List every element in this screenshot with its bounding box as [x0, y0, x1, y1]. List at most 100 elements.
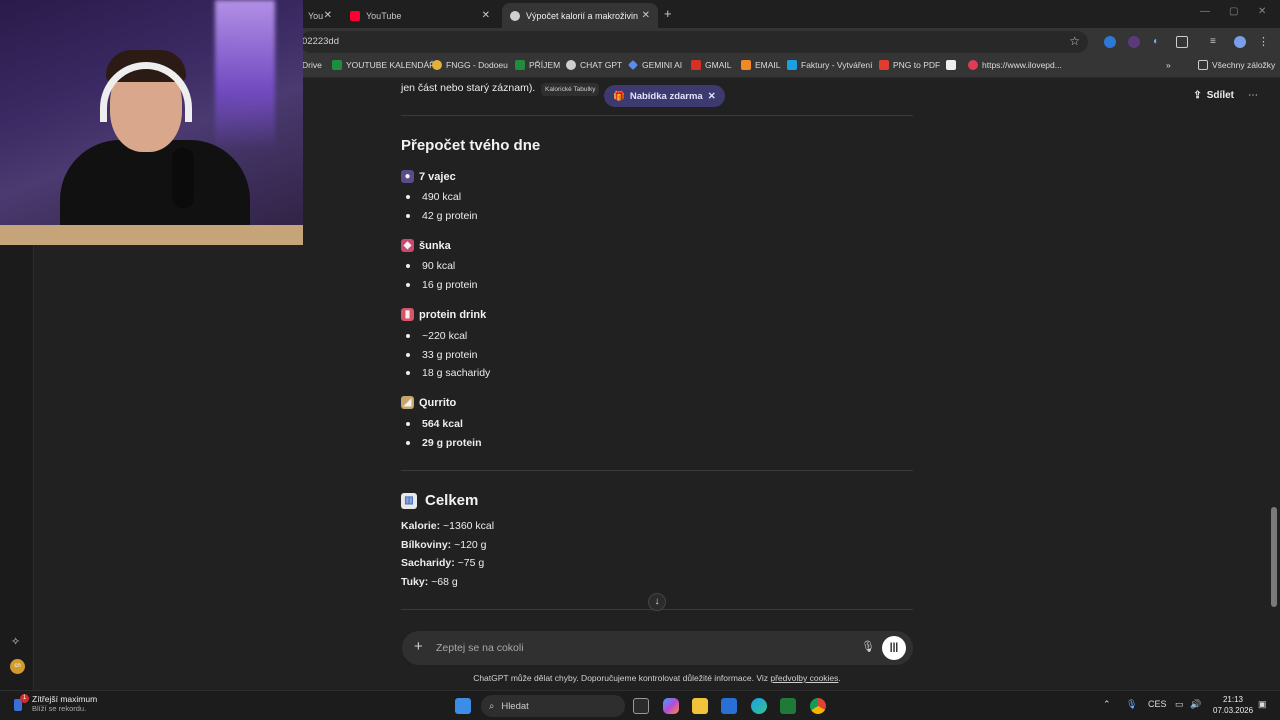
close-window-button[interactable]: ✕ — [1258, 6, 1266, 17]
close-icon[interactable]: ✕ — [708, 91, 716, 102]
sparkle-icon[interactable]: ✧ — [11, 635, 20, 648]
excel-icon[interactable] — [780, 698, 796, 714]
divider — [401, 470, 913, 471]
bookmark-item[interactable]: PNG to PDF — [879, 60, 940, 70]
audio-icon[interactable]: ◖ — [1152, 36, 1164, 48]
chrome-icon[interactable] — [810, 698, 826, 714]
food-item-heading: ◆ šunka — [401, 239, 451, 252]
webcam-overlay — [0, 0, 303, 245]
summary-value: ~120 g — [454, 539, 487, 551]
bookmark-star-icon[interactable]: ☆ — [1069, 34, 1080, 48]
outlook-icon[interactable] — [721, 698, 737, 714]
profile-avatar[interactable] — [1234, 36, 1246, 48]
summary-label: Sacharidy: — [401, 557, 455, 569]
summary-label: Bílkoviny: — [401, 539, 452, 551]
bookmark-item[interactable]: GMAIL — [691, 60, 731, 70]
search-label: Hledat — [501, 700, 529, 712]
notifications-icon[interactable]: ▣ — [1258, 699, 1267, 710]
close-icon[interactable]: ✕ — [324, 10, 332, 21]
extension-icon[interactable] — [1128, 36, 1140, 48]
copilot-icon[interactable] — [663, 698, 679, 714]
extension-icon[interactable] — [1104, 36, 1116, 48]
edge-icon[interactable] — [751, 698, 767, 714]
clock-date: 07.03.2026 — [1213, 706, 1254, 715]
chat-composer: + 🎙 ||| — [402, 631, 913, 665]
close-icon[interactable]: ✕ — [482, 10, 490, 21]
bookmark-label: FNGG - Dodoeu — [446, 60, 508, 70]
food-item-heading: ▮ protein drink — [401, 308, 486, 321]
bookmark-item[interactable]: EMAIL — [741, 60, 781, 70]
tab-label: YouTube — [366, 10, 402, 21]
taskbar-search[interactable]: ⌕ Hledat — [481, 695, 625, 717]
summary-row: Bílkoviny: ~120 g — [401, 539, 487, 551]
tray-overflow-icon[interactable]: ⌃ — [1103, 699, 1111, 710]
scrollbar-thumb[interactable] — [1271, 507, 1277, 607]
network-icon[interactable]: ▭ — [1175, 699, 1184, 710]
scroll-down-button[interactable]: ↓ — [648, 593, 666, 611]
page-scrollbar[interactable] — [1271, 80, 1277, 685]
list-item: 490 kcal — [406, 191, 461, 203]
weather-badge: 1 — [20, 694, 29, 703]
start-windows-icon[interactable] — [455, 698, 471, 714]
bookmark-item[interactable]: CHAT GPT — [566, 60, 622, 70]
menu-kebab-icon[interactable]: ⋮ — [1258, 36, 1270, 48]
summary-value: ~1360 kcal — [443, 520, 495, 532]
cookie-preferences-link[interactable]: předvolby cookies — [770, 673, 838, 683]
section-title: Přepočet tvého dne — [401, 137, 541, 154]
folder-icon — [1198, 60, 1208, 70]
bookmark-item[interactable]: Faktury - Vytváření — [787, 60, 872, 70]
s-icon — [946, 60, 956, 70]
extensions-puzzle-icon[interactable] — [1176, 36, 1188, 48]
bookmark-label: https://www.ilovepd... — [982, 60, 1062, 70]
language-indicator[interactable]: CES — [1148, 699, 1167, 709]
offer-chip[interactable]: 🎁 Nabídka zdarma ✕ — [604, 85, 725, 107]
drink-icon: ▮ — [401, 308, 414, 321]
new-tab-button[interactable]: + — [664, 6, 672, 21]
media-icon[interactable]: ≡ — [1210, 36, 1222, 48]
avatar[interactable]: cn — [10, 659, 25, 674]
ham-icon: ◆ — [401, 239, 414, 252]
all-bookmarks[interactable]: Všechny záložky — [1198, 60, 1275, 70]
maximize-button[interactable]: ▢ — [1229, 6, 1238, 17]
summary-title-text: Celkem — [425, 492, 479, 509]
more-options-icon[interactable]: ⋯ — [1248, 90, 1258, 101]
volume-icon[interactable]: 🔊 — [1190, 699, 1201, 710]
minimize-button[interactable]: — — [1200, 6, 1210, 17]
gemini-icon — [628, 60, 638, 70]
source-chip[interactable]: Kalorické Tabulky — [541, 83, 600, 96]
task-view-icon[interactable] — [633, 698, 649, 714]
divider — [401, 115, 913, 116]
prompt-input[interactable] — [436, 639, 836, 657]
bookmark-item[interactable]: GEMINI AI — [628, 60, 682, 70]
gmail-icon — [691, 60, 701, 70]
bookmarks-overflow-icon[interactable]: » — [1166, 60, 1171, 70]
bookmark-item[interactable]: https://www.ilovepd... — [968, 60, 1062, 70]
taskbar: 1 Zítřejší maximum Blíží se rekordu. ⌕ H… — [0, 690, 1280, 720]
tab-you[interactable]: You ✕ — [300, 3, 340, 28]
close-icon[interactable]: ✕ — [642, 10, 650, 21]
list-item: 16 g protein — [406, 279, 477, 291]
bookmark-item[interactable]: PŘÍJEM — [515, 60, 560, 70]
share-button[interactable]: ⇪ Sdílet — [1193, 90, 1234, 101]
tab-youtube[interactable]: YouTube ✕ — [342, 3, 498, 28]
bookmark-item[interactable]: FNGG - Dodoeu — [432, 60, 508, 70]
tray-microphone-icon[interactable]: 🎙 — [1126, 699, 1137, 710]
bookmark-label: PNG to PDF — [893, 60, 941, 70]
bookmark-label: YOUTUBE KALENDÁŘ — [346, 60, 436, 70]
tab-chatgpt[interactable]: Výpočet kalorií a makroživin ✕ — [502, 3, 658, 28]
microphone-icon[interactable]: 🎙 — [861, 640, 875, 653]
bookmark-item[interactable]: YOUTUBE KALENDÁŘ — [332, 60, 435, 70]
clock[interactable]: 21:13 07.03.2026 — [1213, 694, 1253, 716]
voice-mode-button[interactable]: ||| — [882, 636, 906, 660]
weather-widget[interactable]: 1 Zítřejší maximum Blíží se rekordu. — [14, 694, 97, 714]
file-explorer-icon[interactable] — [692, 698, 708, 714]
bookmark-item[interactable]: Drive — [302, 60, 322, 70]
address-bar[interactable]: 02223dd ☆ — [300, 31, 1088, 53]
add-attachment-icon[interactable]: + — [414, 638, 423, 655]
clock-time: 21:13 — [1222, 695, 1244, 704]
desk — [0, 225, 303, 245]
bookmark-item[interactable] — [946, 60, 960, 70]
bookmark-label: Všechny záložky — [1212, 60, 1276, 70]
list-item: 29 g protein — [406, 437, 482, 449]
chart-icon: ▥ — [401, 492, 417, 509]
